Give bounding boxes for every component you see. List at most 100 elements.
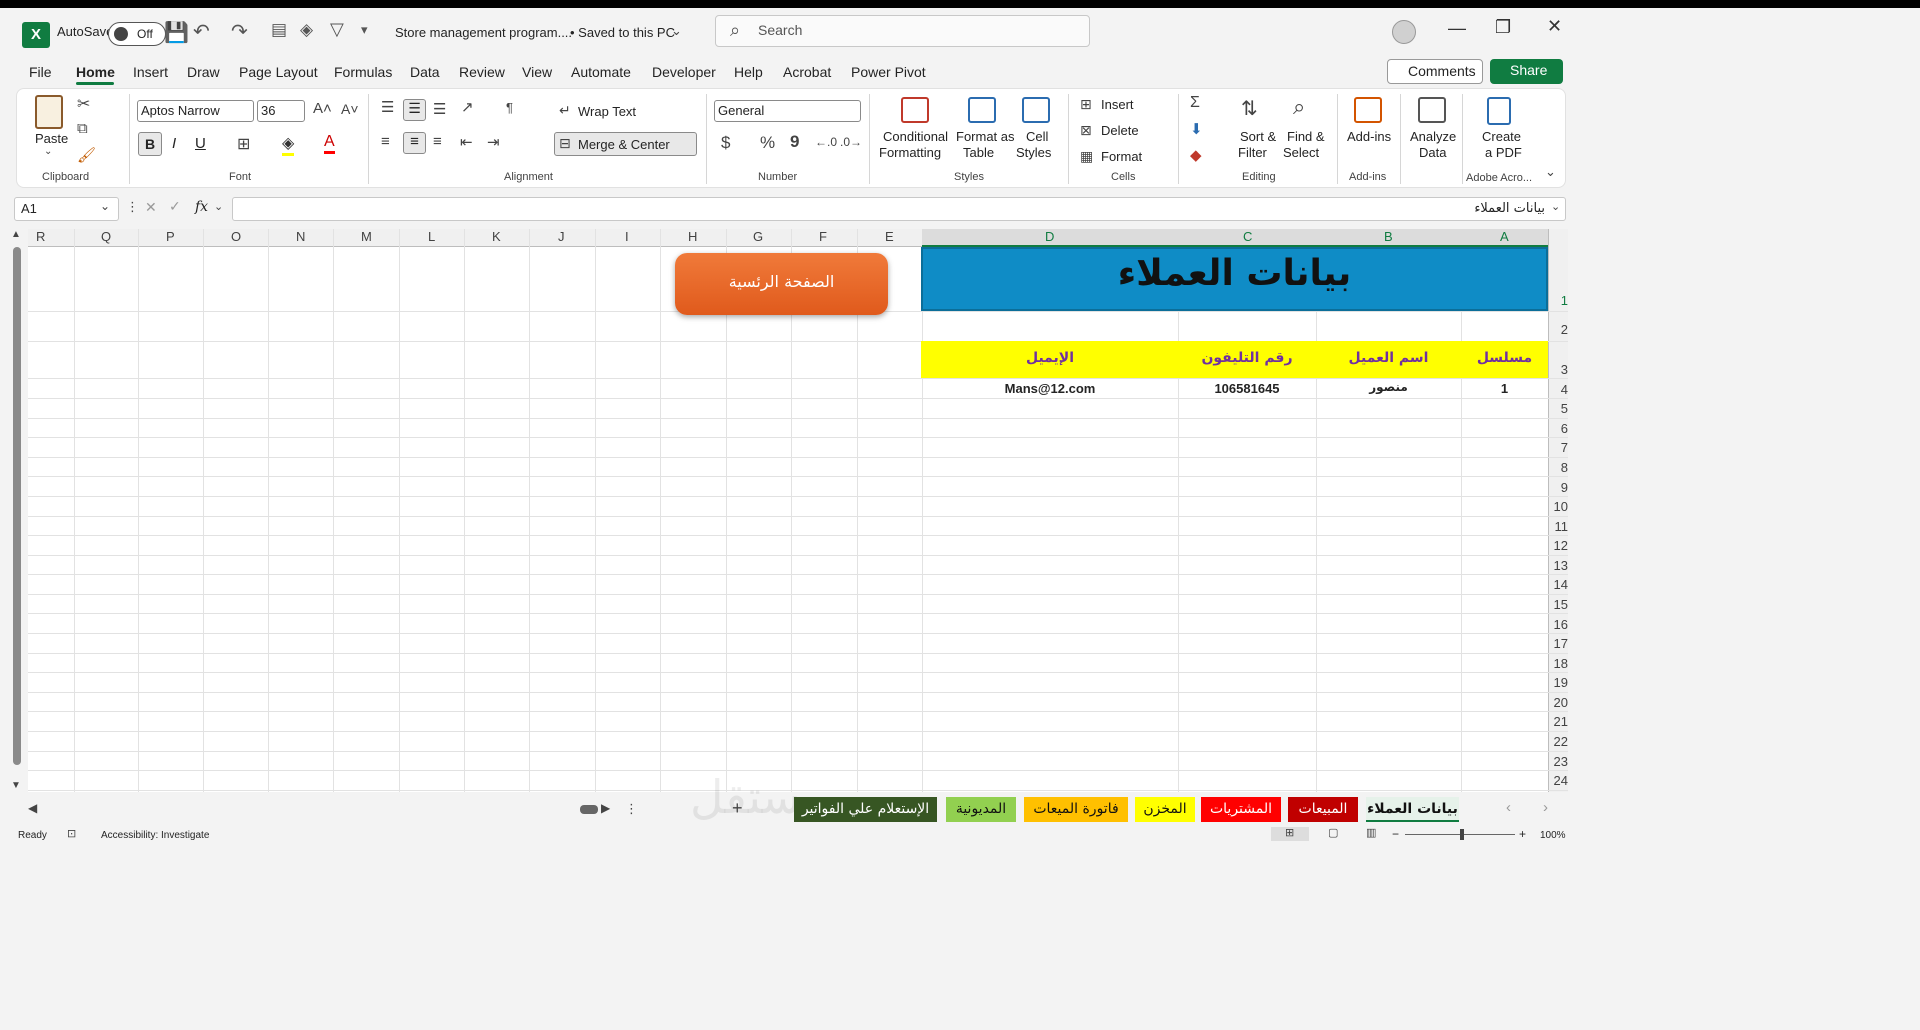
- sheet-tab-2[interactable]: المبيعات: [1288, 797, 1358, 822]
- text-direction-icon[interactable]: ¶: [506, 100, 513, 115]
- zoom-in-icon[interactable]: +: [1519, 827, 1526, 841]
- sheet-tab-7[interactable]: الإستعلام علي الفواتير: [794, 797, 937, 822]
- align-bottom-icon[interactable]: ☰: [433, 100, 446, 118]
- restore-icon[interactable]: ❐: [1495, 17, 1511, 38]
- column-header-J[interactable]: J: [558, 229, 565, 244]
- row-header-6[interactable]: 6: [1548, 421, 1568, 436]
- number-format-select[interactable]: General: [714, 100, 861, 122]
- row-header-20[interactable]: 20: [1548, 695, 1568, 710]
- increase-indent-icon[interactable]: ⇥: [487, 133, 500, 151]
- page-break-view-icon[interactable]: ▥: [1366, 826, 1376, 839]
- row-header-5[interactable]: 5: [1548, 401, 1568, 416]
- share-button[interactable]: Share: [1490, 59, 1563, 84]
- formula-input[interactable]: [232, 197, 1566, 221]
- tab-power-pivot[interactable]: Power Pivot: [851, 64, 926, 80]
- tab-home[interactable]: Home: [76, 64, 115, 80]
- tab-help[interactable]: Help: [734, 64, 763, 80]
- bold-button[interactable]: B: [138, 132, 162, 156]
- scroll-down-icon[interactable]: ▼: [11, 780, 21, 791]
- cell-styles-icon[interactable]: [1022, 97, 1050, 123]
- format-button[interactable]: Format: [1101, 149, 1142, 164]
- tab-view[interactable]: View: [522, 64, 552, 80]
- conditional-formatting-label-2[interactable]: Formatting: [879, 145, 941, 160]
- zoom-slider-thumb[interactable]: [1460, 829, 1464, 840]
- tab-options-icon[interactable]: ⋮: [625, 801, 638, 817]
- add-ins-icon[interactable]: [1354, 97, 1382, 123]
- row-header-12[interactable]: 12: [1548, 538, 1568, 553]
- column-header-D[interactable]: D: [1045, 229, 1054, 244]
- row-header-11[interactable]: 11: [1548, 519, 1569, 534]
- sort-filter-label-1[interactable]: Sort &: [1240, 129, 1276, 144]
- scroll-left-icon[interactable]: ◀: [28, 801, 37, 815]
- scroll-up-icon[interactable]: ▲: [11, 229, 21, 240]
- row-header-3[interactable]: 3: [1548, 362, 1568, 377]
- row-header-21[interactable]: 21: [1548, 714, 1568, 729]
- row-header-24[interactable]: 24: [1548, 773, 1568, 788]
- format-as-table-label-1[interactable]: Format as: [956, 129, 1015, 144]
- row-header-9[interactable]: 9: [1548, 480, 1568, 495]
- save-status[interactable]: • Saved to this PC: [570, 25, 675, 40]
- paste-chevron-icon[interactable]: ⌄: [44, 146, 52, 157]
- row-header-1[interactable]: 1: [1548, 293, 1568, 308]
- decrease-indent-icon[interactable]: ⇤: [460, 133, 473, 151]
- align-right-icon[interactable]: ≡: [433, 133, 442, 150]
- zoom-level[interactable]: 100%: [1540, 830, 1566, 841]
- row-header-17[interactable]: 17: [1548, 636, 1568, 651]
- decrease-font-icon[interactable]: A˅: [341, 101, 359, 117]
- wrap-text-icon[interactable]: ↵: [559, 102, 571, 119]
- close-icon[interactable]: ✕: [1547, 16, 1562, 37]
- row-header-15[interactable]: 15: [1548, 597, 1568, 612]
- align-middle-icon[interactable]: ☰: [403, 99, 426, 121]
- insert-function-button[interactable]: fx: [195, 199, 208, 215]
- underline-button[interactable]: U: [195, 135, 206, 152]
- increase-decimal-icon[interactable]: ←.0: [815, 135, 837, 149]
- conditional-formatting-icon[interactable]: [901, 97, 929, 123]
- decrease-decimal-icon[interactable]: .0→: [840, 135, 862, 149]
- header-phone[interactable]: رقم التليفون: [1178, 350, 1316, 366]
- delete-button[interactable]: Delete: [1101, 123, 1139, 138]
- column-header-I[interactable]: I: [625, 229, 629, 244]
- column-header-B[interactable]: B: [1384, 229, 1393, 244]
- column-header-G[interactable]: G: [753, 229, 763, 244]
- tab-insert[interactable]: Insert: [133, 64, 168, 80]
- tab-acrobat[interactable]: Acrobat: [783, 64, 831, 80]
- row-header-8[interactable]: 8: [1548, 460, 1568, 475]
- comments-button[interactable]: Comments: [1387, 59, 1483, 84]
- sort-filter-label-2[interactable]: Filter: [1238, 145, 1267, 160]
- format-cells-icon[interactable]: ▦: [1080, 148, 1093, 165]
- comma-style-button[interactable]: 9: [790, 132, 799, 152]
- tab-formulas[interactable]: Formulas: [334, 64, 392, 80]
- column-header-E[interactable]: E: [885, 229, 894, 244]
- column-header-M[interactable]: M: [361, 229, 372, 244]
- fill-icon[interactable]: ⬇: [1190, 120, 1203, 138]
- analyze-data-label-2[interactable]: Data: [1419, 145, 1446, 160]
- save-icon[interactable]: 💾: [164, 20, 189, 45]
- insert-cells-icon[interactable]: ⊞: [1080, 96, 1092, 113]
- macro-record-icon[interactable]: ⊡: [67, 827, 76, 840]
- cut-icon[interactable]: ✂: [77, 94, 90, 114]
- undo-icon[interactable]: ↶: [193, 19, 210, 44]
- font-name-select[interactable]: Aptos Narrow: [137, 100, 254, 122]
- format-painter-icon[interactable]: 🖌: [77, 146, 96, 164]
- row-header-2[interactable]: 2: [1548, 322, 1568, 337]
- expand-formula-icon[interactable]: ⌄: [1551, 200, 1560, 213]
- tab-automate[interactable]: Automate: [571, 64, 631, 80]
- row-header-22[interactable]: 22: [1548, 734, 1568, 749]
- more-options-icon[interactable]: ⋮: [126, 199, 139, 215]
- column-header-C[interactable]: C: [1243, 229, 1252, 244]
- currency-button[interactable]: $: [721, 133, 730, 153]
- autosave-toggle[interactable]: Off: [108, 22, 166, 46]
- analyze-data-icon[interactable]: [1418, 97, 1446, 123]
- align-top-icon[interactable]: ☰: [381, 98, 394, 116]
- orientation-icon[interactable]: ↗: [461, 98, 474, 116]
- tab-page-layout[interactable]: Page Layout: [239, 64, 318, 80]
- fill-color-icon[interactable]: ◈: [282, 133, 295, 156]
- chevron-down-icon[interactable]: ⌄: [671, 23, 682, 39]
- next-sheet-icon[interactable]: ›: [1543, 799, 1548, 816]
- normal-view-icon[interactable]: ⊞: [1285, 826, 1294, 839]
- cell-styles-label-2[interactable]: Styles: [1016, 145, 1051, 160]
- sheet-tab-6[interactable]: المديونية: [946, 797, 1016, 822]
- new-sheet-icon[interactable]: +: [732, 798, 743, 819]
- sheet-tab-5[interactable]: فاتورة الميعات: [1024, 797, 1128, 822]
- vertical-scrollbar-thumb[interactable]: [13, 247, 21, 765]
